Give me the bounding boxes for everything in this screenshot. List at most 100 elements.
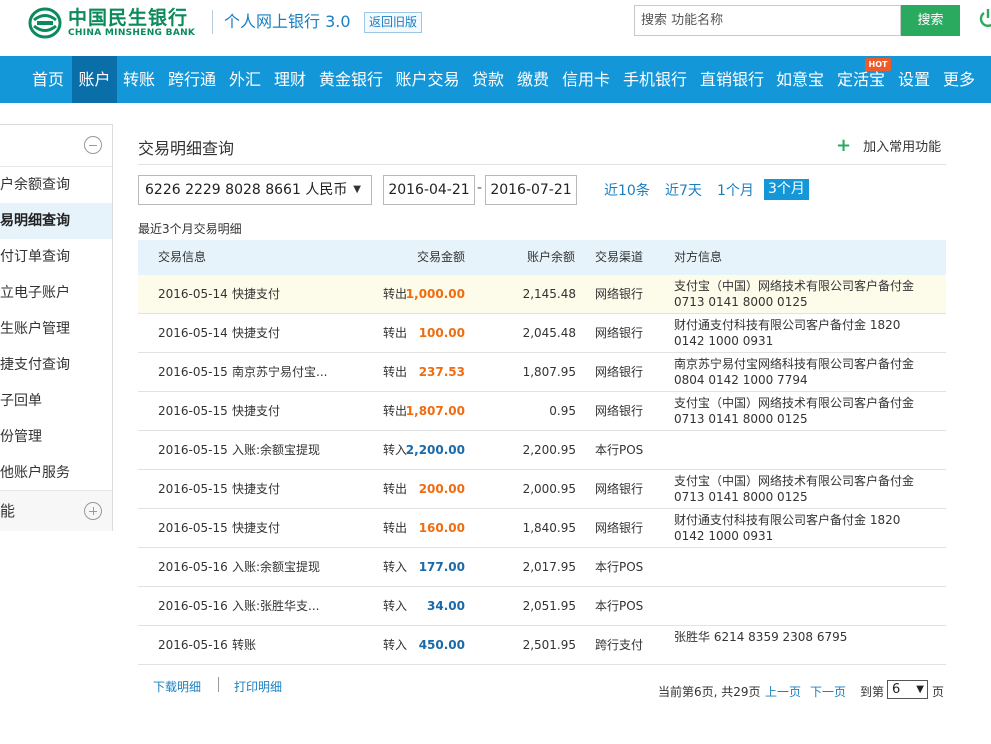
search-button[interactable]: 搜索	[901, 5, 960, 36]
sidebar-item-balance[interactable]: 户余额查询	[0, 167, 112, 203]
nav-account-trade[interactable]: 账户交易	[389, 56, 466, 103]
search-input[interactable]: 搜索 功能名称	[634, 5, 901, 36]
header-counterparty: 对方信息	[674, 250, 723, 264]
recent-label: 最近3个月交易明细	[138, 222, 242, 236]
chevron-down-icon: ▼	[916, 684, 924, 695]
page-select[interactable]: 6 ▼	[887, 680, 928, 699]
cell-counterparty: 支付宝（中国）网络技术有限公司客户备付金 0713 0141 8000 0125	[674, 279, 915, 309]
download-link[interactable]: 下载明细	[153, 678, 201, 695]
collapse-icon[interactable]	[84, 136, 102, 154]
cell-balance: 1,840.95	[522, 521, 576, 535]
cell-date: 2016-05-15	[158, 443, 228, 457]
sidebar-item-orders[interactable]: 付订单查询	[0, 239, 112, 275]
cell-channel: 网络银行	[595, 365, 644, 379]
page-info: 当前第6页, 共29页	[658, 685, 761, 699]
expand-icon[interactable]	[84, 502, 102, 520]
nav-home[interactable]: 首页	[24, 56, 72, 103]
next-page-link[interactable]: 下一页	[810, 683, 846, 700]
nav-account[interactable]: 账户	[72, 56, 117, 103]
cell-counterparty: 财付通支付科技有限公司客户备付金 1820 0142 1000 0931	[674, 513, 901, 543]
add-favorite-label: 加入常用功能	[863, 140, 942, 155]
cell-direction: 转出	[383, 287, 408, 301]
add-favorite-button[interactable]: + 加入常用功能	[836, 136, 941, 155]
caret-down-icon: ▼	[353, 184, 361, 195]
table-row[interactable]: 2016-05-16 入账:张胜华支... 转入 34.00 2,051.95 本行POS	[138, 587, 946, 626]
cell-balance: 2,200.95	[522, 443, 576, 457]
sidebar-footer-label: 能	[0, 502, 16, 520]
nav-transfer[interactable]: 转账	[117, 56, 161, 103]
sidebar-item-account-manage[interactable]: 生账户管理	[0, 311, 112, 347]
cell-balance: 1,807.95	[522, 365, 576, 379]
cell-amount: 450.00	[418, 638, 465, 652]
account-select[interactable]: 6226 2229 8028 8661 人民币 ▼	[138, 175, 372, 205]
sidebar-header	[0, 125, 112, 167]
cell-direction: 转入	[383, 560, 408, 574]
date-to-input[interactable]: 2016-07-21	[485, 175, 577, 205]
cell-desc: 快捷支付	[232, 482, 281, 496]
table-row[interactable]: 2016-05-15 快捷支付 转出 160.00 1,840.95 网络银行 财付通支付科…	[138, 509, 946, 548]
sidebar-item-other[interactable]: 他账户服务	[0, 455, 112, 491]
table-row[interactable]: 2016-05-16 入账:余额宝提现 转入 177.00 2,017.95 本行POS	[138, 548, 946, 587]
table-row[interactable]: 2016-05-15 快捷支付 转出 1,807.00 0.95 网络银行 支付宝（中国）网…	[138, 392, 946, 431]
table-row[interactable]: 2016-05-15 入账:余额宝提现 转入 2,200.00 2,200.95 本行PO…	[138, 431, 946, 470]
cell-amount: 100.00	[418, 326, 465, 340]
cell-channel: 网络银行	[595, 326, 644, 340]
sidebar-item-receipt[interactable]: 子回单	[0, 383, 112, 419]
nav-interbank[interactable]: 跨行通	[161, 56, 223, 103]
cell-date: 2016-05-14	[158, 287, 228, 301]
nav-ruyibao[interactable]: 如意宝	[770, 56, 830, 103]
sidebar-footer[interactable]: 能	[0, 490, 112, 531]
cell-date: 2016-05-15	[158, 365, 228, 379]
account-value: 6226 2229 8028 8661 人民币	[145, 182, 348, 198]
old-version-button[interactable]: 返回旧版	[364, 12, 423, 33]
cell-balance: 0.95	[549, 404, 576, 418]
sidebar-item-identity[interactable]: 份管理	[0, 419, 112, 455]
range-3-months[interactable]: 3个月	[764, 179, 809, 200]
main-nav: 首页 账户 转账 跨行通 外汇 理财 黄金银行 账户交易 贷款 缴费 信用卡 手…	[0, 56, 991, 103]
cell-balance: 2,501.95	[522, 638, 576, 652]
sidebar-item-quickpay[interactable]: 捷支付查询	[0, 347, 112, 383]
range-1-month[interactable]: 1个月	[717, 180, 754, 200]
cell-date: 2016-05-16	[158, 638, 228, 652]
nav-forex[interactable]: 外汇	[223, 56, 267, 103]
print-link[interactable]: 打印明细	[234, 678, 282, 695]
sidebar-item-e-account[interactable]: 立电子账户	[0, 275, 112, 311]
nav-more[interactable]: 更多	[936, 56, 982, 103]
cell-balance: 2,000.95	[522, 482, 576, 496]
minsheng-logo-icon	[28, 7, 62, 39]
table-row[interactable]: 2016-05-16 转账 转入 450.00 2,501.95 跨行支付 张胜华 6214…	[138, 626, 946, 665]
prev-page-link[interactable]: 上一页	[765, 683, 801, 700]
table-row[interactable]: 2016-05-14 快捷支付 转出 1,000.00 2,145.48 网络银行 支付宝（…	[138, 275, 946, 314]
cell-amount: 1,807.00	[405, 404, 465, 418]
nav-settings[interactable]: 设置	[892, 56, 936, 103]
hot-badge: HOT	[865, 58, 891, 71]
table-row[interactable]: 2016-05-14 快捷支付 转出 100.00 2,045.48 网络银行 财付通支付科…	[138, 314, 946, 353]
nav-loan[interactable]: 贷款	[466, 56, 510, 103]
cell-channel: 网络银行	[595, 482, 644, 496]
cell-direction: 转入	[383, 599, 408, 613]
bank-logo[interactable]: 中国民生银行 CHINA MINSHENG BANK	[28, 6, 195, 40]
sidebar-item-transactions[interactable]: 易明细查询	[0, 203, 112, 239]
range-7-days[interactable]: 近7天	[665, 180, 702, 200]
plus-icon: +	[836, 134, 852, 156]
cell-desc: 入账:余额宝提现	[232, 560, 321, 574]
nav-mobile-bank[interactable]: 手机银行	[616, 56, 694, 103]
nav-credit-card[interactable]: 信用卡	[556, 56, 616, 103]
nav-gold[interactable]: 黄金银行	[313, 56, 389, 103]
cell-channel: 本行POS	[595, 560, 644, 574]
cell-direction: 转出	[383, 404, 408, 418]
table-header: 交易信息 交易金额 账户余额 交易渠道 对方信息	[138, 240, 946, 275]
nav-direct-bank[interactable]: 直销银行	[694, 56, 770, 103]
table-row[interactable]: 2016-05-15 快捷支付 转出 200.00 2,000.95 网络银行 支付宝（中国…	[138, 470, 946, 509]
range-last-10[interactable]: 近10条	[604, 180, 650, 200]
cell-counterparty: 支付宝（中国）网络技术有限公司客户备付金 0713 0141 8000 0125	[674, 396, 915, 426]
nav-payment[interactable]: 缴费	[510, 56, 556, 103]
cell-balance: 2,051.95	[522, 599, 576, 613]
cell-balance: 2,145.48	[522, 287, 576, 301]
date-from-input[interactable]: 2016-04-21	[383, 175, 475, 205]
cell-desc: 快捷支付	[232, 404, 281, 418]
power-icon[interactable]	[978, 8, 991, 28]
cell-balance: 2,017.95	[522, 560, 576, 574]
table-row[interactable]: 2016-05-15 南京苏宁易付宝... 转出 237.53 1,807.95 网络银行…	[138, 353, 946, 392]
nav-wealth[interactable]: 理财	[267, 56, 313, 103]
